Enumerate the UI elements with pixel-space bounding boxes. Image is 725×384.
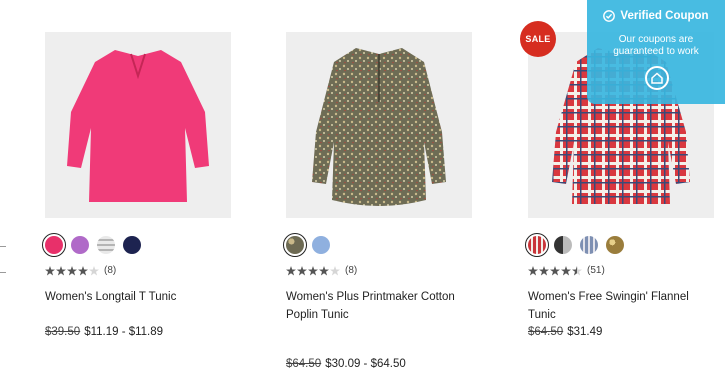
product-image[interactable] <box>45 32 231 218</box>
rating: (8) <box>286 265 357 276</box>
star-icon <box>539 265 549 275</box>
star-half-icon <box>572 265 582 275</box>
original-price: $39.50 <box>45 326 81 338</box>
color-swatch[interactable] <box>123 236 141 254</box>
color-swatch[interactable] <box>312 236 330 254</box>
original-price: $64.50 <box>528 326 564 338</box>
star-rating <box>286 265 340 276</box>
color-swatches <box>525 233 624 257</box>
floral-tunic-image <box>312 48 446 206</box>
color-swatch[interactable] <box>97 236 115 254</box>
review-count: (51) <box>587 265 605 276</box>
star-icon <box>528 265 538 275</box>
product-price: $64.50 $31.49 <box>528 326 602 338</box>
product-name-link[interactable]: Women's Longtail T Tunic <box>45 288 235 306</box>
color-swatch[interactable] <box>283 233 307 257</box>
star-icon <box>78 265 88 275</box>
original-price: $64.50 <box>286 358 322 370</box>
color-swatches <box>283 233 330 257</box>
star-icon <box>297 265 307 275</box>
scroll-hint-mark <box>0 272 6 273</box>
star-icon <box>67 265 77 275</box>
color-swatch[interactable] <box>42 233 66 257</box>
star-empty-icon <box>330 265 340 275</box>
product-card[interactable]: (8) Women's Plus Printmaker Cotton Popli… <box>283 32 476 370</box>
star-icon <box>319 265 329 275</box>
star-empty-icon <box>89 265 99 275</box>
pink-tunic-image <box>67 50 209 202</box>
verified-coupon-banner[interactable]: Verified Coupon Our coupons are guarante… <box>587 0 725 104</box>
star-icon <box>286 265 296 275</box>
star-rating <box>45 265 99 276</box>
product-card[interactable]: (8) Women's Longtail T Tunic $39.50 $11.1… <box>42 32 235 338</box>
product-price: $39.50 $11.19 - $11.89 <box>45 326 163 338</box>
color-swatch[interactable] <box>71 236 89 254</box>
check-circle-icon <box>603 10 616 22</box>
coupon-header: Verified Coupon <box>587 10 725 22</box>
review-count: (8) <box>104 265 117 276</box>
product-price: $64.50 $30.09 - $64.50 <box>286 358 406 370</box>
scroll-hint-mark <box>0 246 6 247</box>
rating: (8) <box>45 265 116 276</box>
review-count: (8) <box>345 265 358 276</box>
coupon-logo-icon <box>645 66 669 90</box>
color-swatch[interactable] <box>525 233 549 257</box>
coupon-title: Verified Coupon <box>620 10 709 22</box>
sale-price: $30.09 - $64.50 <box>325 358 406 370</box>
coupon-subtitle: Our coupons are guaranteed to work <box>613 34 699 57</box>
star-icon <box>308 265 318 275</box>
product-name-link[interactable]: Women's Free Swingin' Flannel Tunic <box>528 288 718 324</box>
color-swatch[interactable] <box>606 236 624 254</box>
star-icon <box>550 265 560 275</box>
color-swatch[interactable] <box>580 236 598 254</box>
color-swatches <box>42 233 141 257</box>
sale-price: $31.49 <box>567 326 603 338</box>
star-icon <box>56 265 66 275</box>
product-image[interactable] <box>286 32 472 218</box>
color-swatch[interactable] <box>554 236 572 254</box>
rating: (51) <box>528 265 605 276</box>
star-icon <box>45 265 55 275</box>
sale-price: $11.19 - $11.89 <box>84 326 164 338</box>
star-rating <box>528 265 582 276</box>
sale-badge: SALE <box>520 21 556 57</box>
star-icon <box>561 265 571 275</box>
product-name-link[interactable]: Women's Plus Printmaker Cotton Poplin Tu… <box>286 288 476 324</box>
